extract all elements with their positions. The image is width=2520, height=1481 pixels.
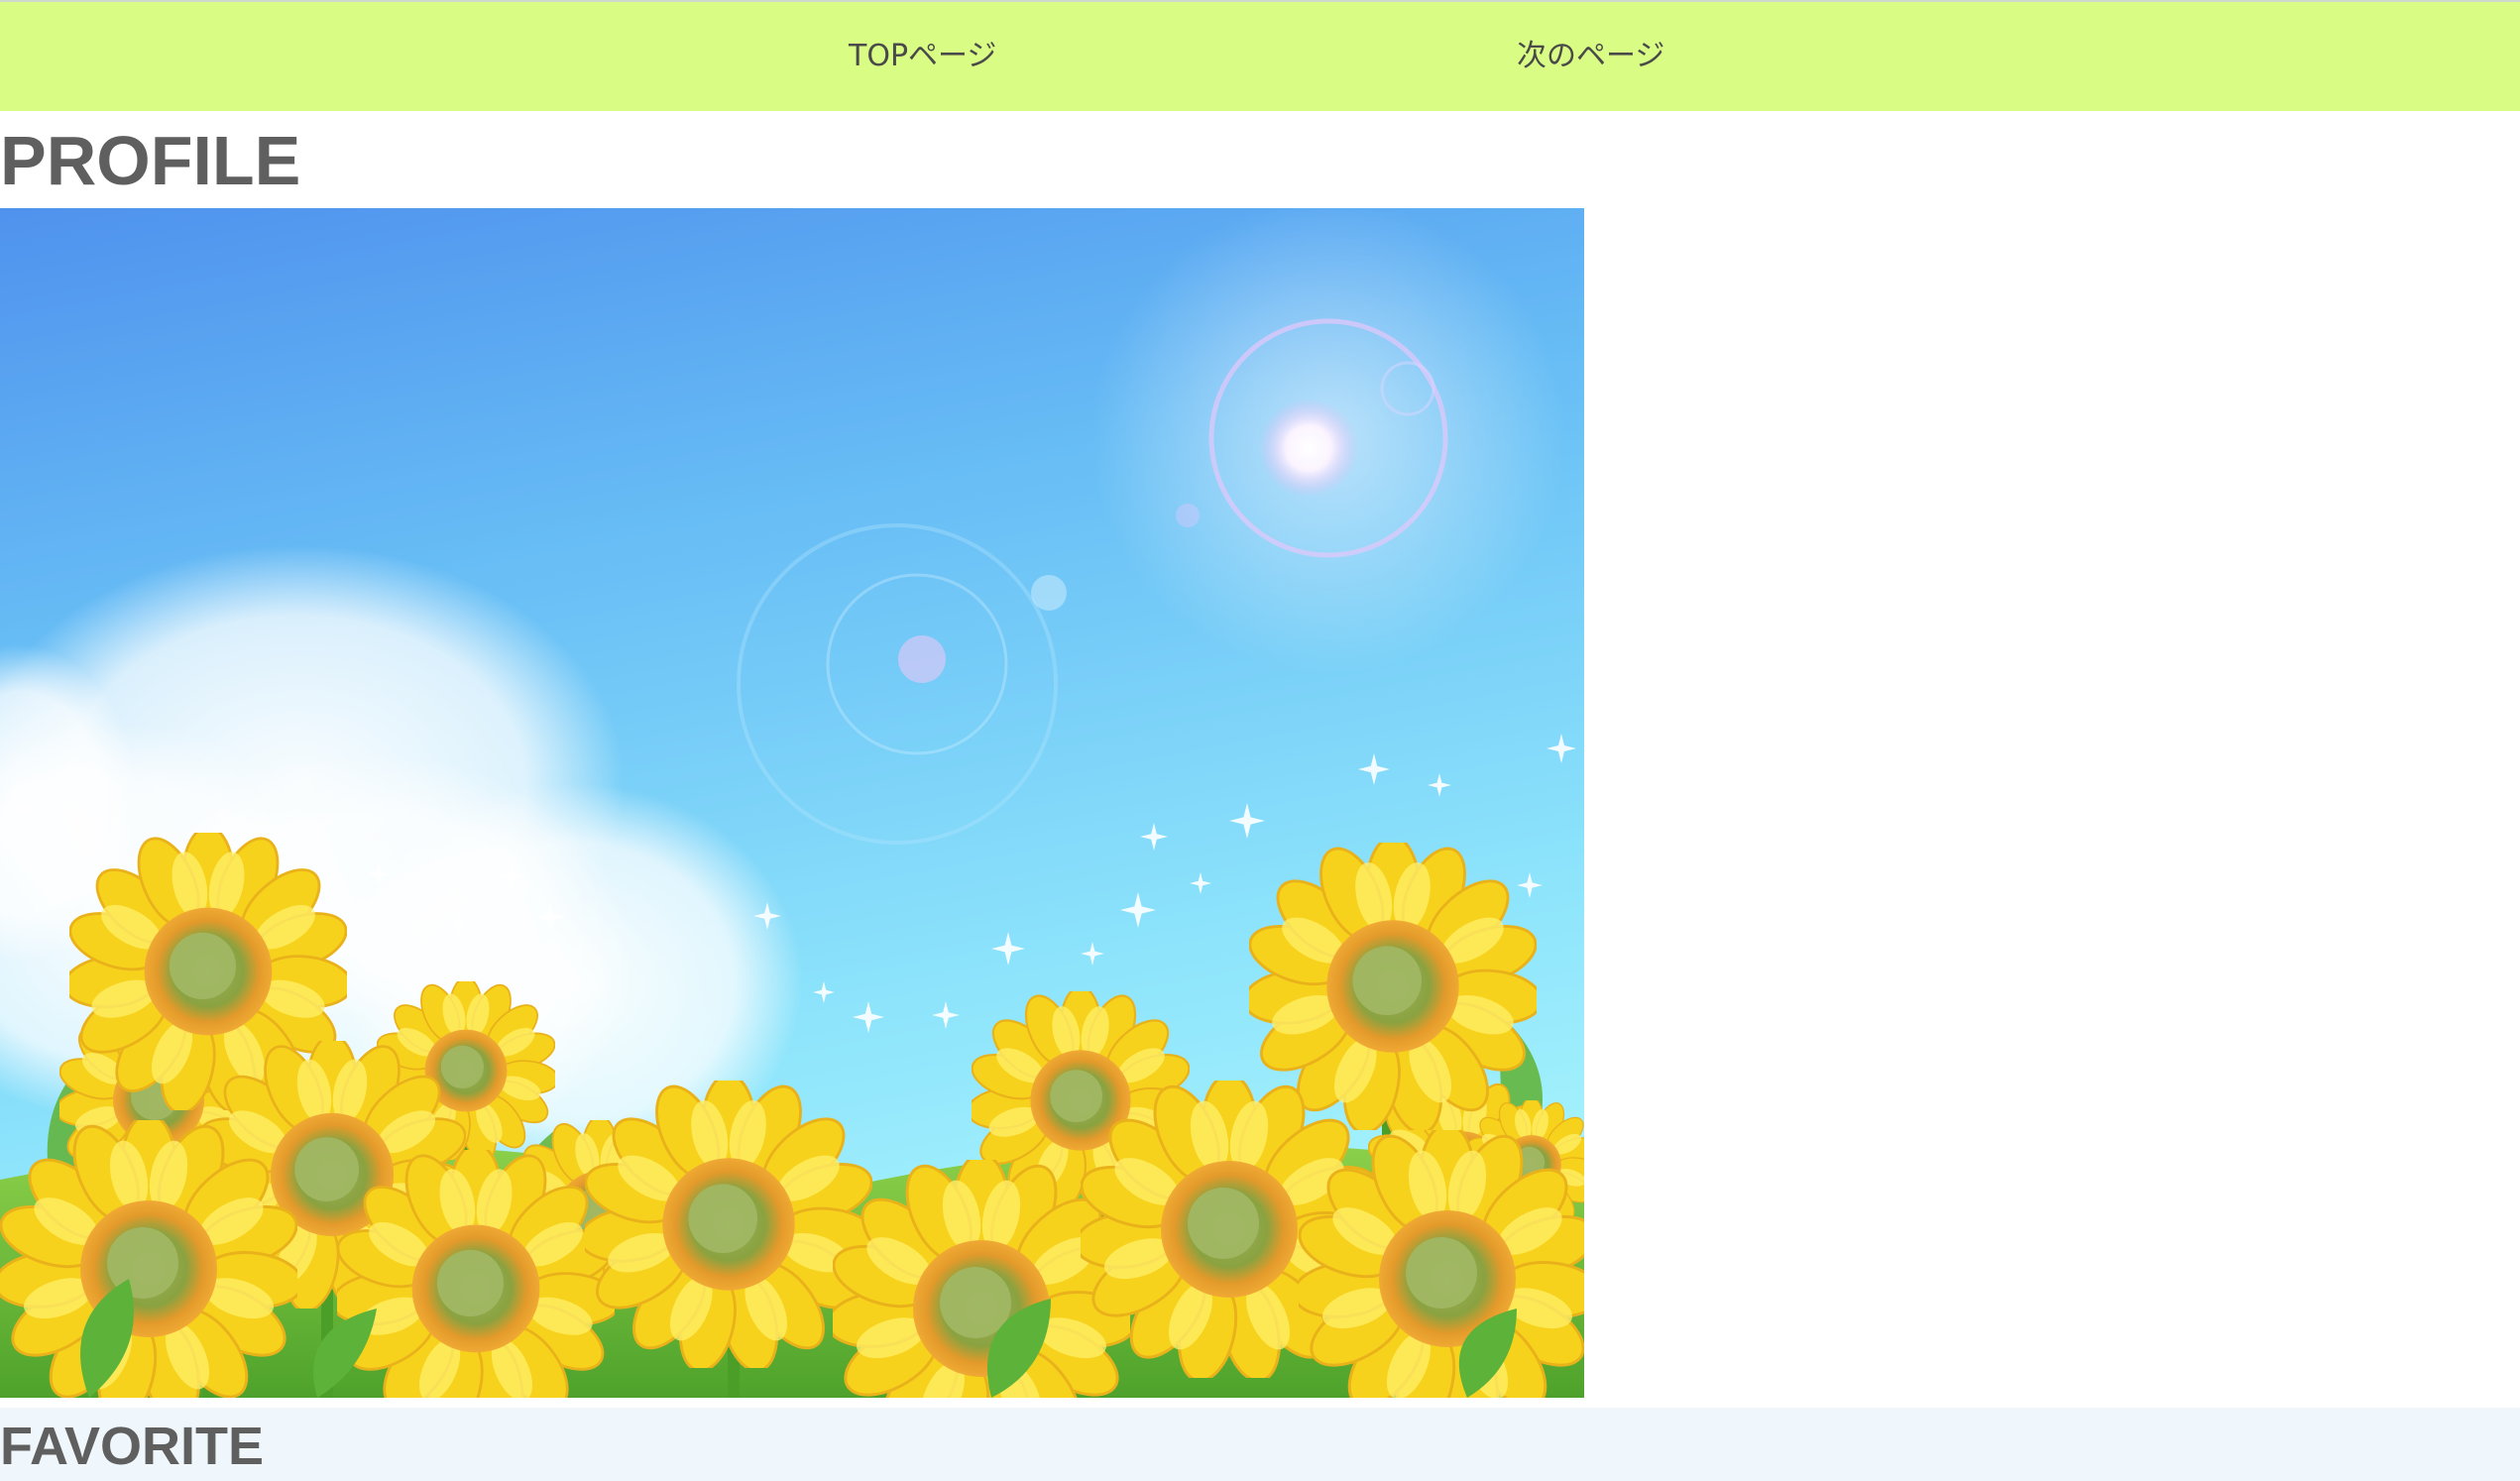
profile-image: [0, 208, 1584, 1398]
nav-link-next-page[interactable]: 次のページ: [1517, 37, 1664, 76]
profile-heading: PROFILE: [0, 122, 301, 199]
favorite-section: FAVORITE: [0, 1408, 2520, 1481]
nav-link-top-page[interactable]: TOPページ: [849, 37, 996, 76]
favorite-heading: FAVORITE: [0, 1417, 265, 1476]
top-navigation: TOPページ 次のページ: [0, 0, 2520, 111]
